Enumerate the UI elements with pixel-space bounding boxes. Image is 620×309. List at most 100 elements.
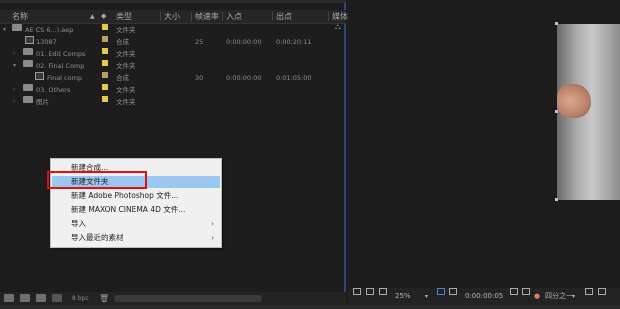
project-row[interactable]: 13087 合成 25 0:00:00:00 0:00:20:11 <box>0 36 344 48</box>
folder-icon <box>23 60 33 67</box>
item-name: 02. Final Comp <box>36 62 85 70</box>
column-divider[interactable] <box>222 12 223 21</box>
folder-icon <box>23 48 33 55</box>
always-preview-icon[interactable] <box>353 288 361 295</box>
highlight-annotation-box <box>47 171 147 189</box>
viewer-toolbar: 25% ▾ 0:00:00:05 ● 四分之一 ▾ <box>349 288 620 305</box>
column-name[interactable]: 名称 <box>12 10 28 23</box>
project-row[interactable]: Final comp 合成 30 0:00:00:00 0:01:05:00 <box>0 72 344 84</box>
column-header: 名称 ▲ ◆ 类型 大小 帧速率 入点 出点 媒体 <box>0 10 348 24</box>
item-type: 合成 <box>116 38 129 46</box>
column-out[interactable]: 出点 <box>276 10 292 23</box>
label-color-swatch[interactable] <box>102 84 108 90</box>
item-fps: 25 <box>195 38 204 46</box>
item-type: 合成 <box>116 74 129 82</box>
column-type[interactable]: 类型 <box>116 10 132 23</box>
show-snapshot-icon[interactable] <box>522 288 530 295</box>
folder-icon <box>23 84 33 91</box>
menu-item-label: 导入 <box>71 219 86 228</box>
new-folder-icon[interactable] <box>20 294 30 302</box>
item-type: 文件夹 <box>116 98 136 106</box>
resolution-dropdown[interactable]: 四分之一 <box>545 288 573 305</box>
viewer-frame-image <box>557 24 620 200</box>
layer-handle[interactable] <box>555 22 558 25</box>
item-in: 0:00:00:00 <box>226 74 262 82</box>
label-color-swatch[interactable] <box>102 96 108 102</box>
project-row[interactable]: › 03. Others 文件夹 <box>0 84 344 96</box>
menu-item-import[interactable]: 导入 › <box>52 218 220 230</box>
item-name: Final comp <box>47 74 83 82</box>
folder-icon <box>23 96 33 103</box>
project-row[interactable]: ▾ AE CS 6...).aep 文件夹 <box>0 24 344 36</box>
expand-arrow-icon[interactable]: › <box>13 84 15 96</box>
menu-item-new-cinema4d-file[interactable]: 新建 MAXON CINEMA 4D 文件... <box>52 204 220 216</box>
project-row[interactable]: › 01. Edit Comps 文件夹 <box>0 48 344 60</box>
submenu-arrow-icon: › <box>211 220 214 228</box>
project-settings-icon[interactable] <box>52 294 62 302</box>
safe-area-icon[interactable] <box>437 288 445 295</box>
trash-icon[interactable]: 🗑 <box>99 292 109 305</box>
label-color-swatch[interactable] <box>102 24 108 30</box>
snapshot-camera-icon[interactable] <box>510 288 518 295</box>
label-color-swatch[interactable] <box>102 60 108 66</box>
expand-arrow-icon[interactable]: › <box>13 96 15 108</box>
channel-color-icon[interactable]: ● <box>534 288 540 305</box>
menu-item-label: 新建 Adobe Photoshop 文件... <box>71 191 179 200</box>
item-type: 文件夹 <box>116 26 136 34</box>
bottom-strip <box>0 305 620 309</box>
expand-arrow-icon[interactable]: ▾ <box>3 24 6 36</box>
monitor-icon[interactable] <box>366 288 374 295</box>
region-of-interest-icon[interactable] <box>585 288 593 295</box>
horizontal-scrollbar[interactable] <box>114 295 262 302</box>
grid-icon[interactable] <box>449 288 457 295</box>
label-tag-icon[interactable]: ◆ <box>101 10 106 23</box>
expand-arrow-icon[interactable]: › <box>13 48 15 60</box>
label-color-swatch[interactable] <box>102 72 108 78</box>
menu-item-label: 导入最近的素材 <box>71 233 124 242</box>
item-name: 01. Edit Comps <box>36 50 86 58</box>
bit-depth-button[interactable]: 8 bpc <box>72 292 89 305</box>
expand-arrow-icon[interactable]: ▾ <box>13 60 16 72</box>
item-out: 0:01:05:00 <box>276 74 312 82</box>
item-name: 图片 <box>36 98 49 106</box>
label-color-swatch[interactable] <box>102 48 108 54</box>
item-type: 文件夹 <box>116 62 136 70</box>
item-type: 文件夹 <box>116 86 136 94</box>
item-name: AE CS 6...).aep <box>25 26 74 34</box>
transparency-grid-icon[interactable] <box>598 288 606 295</box>
interpret-footage-icon[interactable] <box>4 294 14 302</box>
menu-item-import-recent[interactable]: 导入最近的素材 › <box>52 232 220 244</box>
current-time-display[interactable]: 0:00:00:05 <box>465 288 503 305</box>
item-fps: 30 <box>195 74 204 82</box>
item-name: 03. Others <box>36 86 71 94</box>
new-composition-icon[interactable] <box>36 294 46 302</box>
column-in[interactable]: 入点 <box>226 10 242 23</box>
chevron-down-icon[interactable]: ▾ <box>425 288 428 305</box>
panel-top-strip <box>0 0 346 3</box>
item-type: 文件夹 <box>116 50 136 58</box>
zoom-dropdown[interactable]: 25% <box>395 288 411 305</box>
chevron-down-icon[interactable]: ▾ <box>572 288 575 305</box>
menu-item-label: 新建 MAXON CINEMA 4D 文件... <box>71 205 186 214</box>
column-divider[interactable] <box>272 12 273 21</box>
item-name: 13087 <box>36 38 57 46</box>
column-divider[interactable] <box>191 12 192 21</box>
layer-handle[interactable] <box>555 110 558 113</box>
sort-arrow-icon[interactable]: ▲ <box>90 10 95 23</box>
composition-icon <box>35 72 44 80</box>
composition-icon <box>25 36 34 44</box>
menu-item-new-photoshop-file[interactable]: 新建 Adobe Photoshop 文件... <box>52 190 220 202</box>
column-fps[interactable]: 帧速率 <box>195 10 219 23</box>
folder-icon <box>12 24 22 31</box>
column-divider[interactable] <box>160 12 161 21</box>
label-color-swatch[interactable] <box>102 36 108 42</box>
item-out: 0:00:20:11 <box>276 38 312 46</box>
project-row[interactable]: ▾ 02. Final Comp 文件夹 <box>0 60 344 72</box>
submenu-arrow-icon: › <box>211 234 214 242</box>
guides-icon[interactable] <box>379 288 387 295</box>
project-row[interactable]: › 图片 文件夹 <box>0 96 344 108</box>
column-divider[interactable] <box>328 12 329 21</box>
project-footer: 8 bpc 🗑 <box>0 292 346 305</box>
column-size[interactable]: 大小 <box>164 10 180 23</box>
layer-handle[interactable] <box>555 198 558 201</box>
